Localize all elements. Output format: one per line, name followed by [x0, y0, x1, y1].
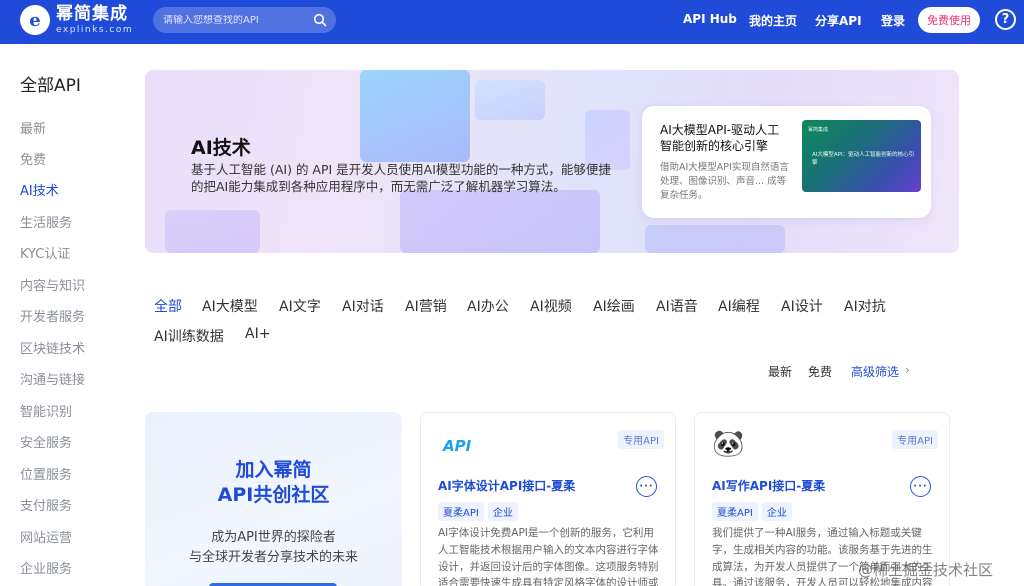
nav-login[interactable]: 登录	[881, 12, 905, 29]
promo-image-logo: 幂简集成	[808, 127, 829, 133]
api-card[interactable]: API 专用API AI字体设计API接口-夏柔 ··· 夏柔API 企业 AI…	[420, 412, 676, 586]
decorative-cube	[585, 110, 630, 170]
more-options-icon[interactable]: ···	[910, 476, 931, 497]
sidebar-item-kyc[interactable]: KYC认证	[20, 243, 70, 262]
sidebar-item-blockchain[interactable]: 区块链技术	[20, 338, 85, 357]
tab-ai-painting[interactable]: AI绘画	[593, 296, 635, 316]
category-banner: AI技术 基于人工智能 (AI) 的 API 是开发人员使用AI模型功能的一种方…	[145, 70, 959, 253]
decorative-cube	[165, 210, 260, 253]
watermark: @稀土掘金技术社区	[858, 561, 994, 579]
provider-type: 企业	[487, 502, 518, 521]
provider-name[interactable]: 夏柔API	[438, 502, 484, 521]
filter-latest[interactable]: 最新	[768, 363, 792, 380]
api-provider: 夏柔API 企业	[438, 502, 518, 521]
promo-image[interactable]: 幂简集成 AI大模型API：驱动人工智能创新的核心引擎	[802, 120, 921, 192]
tab-ai-training-data[interactable]: AI训练数据	[154, 326, 224, 346]
filter-free[interactable]: 免费	[808, 363, 832, 380]
logo-subtitle: explinks.com	[56, 24, 134, 35]
sidebar-item-payment[interactable]: 支付服务	[20, 495, 72, 514]
tab-ai-adversarial[interactable]: AI对抗	[844, 296, 886, 316]
decorative-cube	[645, 225, 785, 253]
search-input[interactable]	[163, 14, 303, 26]
promo-description: 借助AI大模型API实现自然语言处理、图像识别、声音... 成等复杂任务。	[660, 162, 789, 201]
join-title-line2: API共创社区	[217, 484, 330, 506]
sidebar-item-latest[interactable]: 最新	[20, 118, 46, 137]
tab-ai-voice[interactable]: AI语音	[656, 296, 698, 316]
sidebar-item-ai[interactable]: AI技术	[20, 180, 59, 199]
search-box	[153, 7, 336, 33]
logo-mark-icon: e	[20, 5, 50, 35]
sidebar-item-security[interactable]: 安全服务	[20, 432, 72, 451]
banner-title: AI技术	[191, 137, 251, 159]
nav-api-hub[interactable]: API Hub	[683, 12, 737, 26]
top-header: e 幂简集成 explinks.com API Hub 我的主页 分享API 登…	[0, 0, 1024, 44]
sidebar-item-enterprise[interactable]: 企业服务	[20, 558, 72, 577]
sidebar-item-website[interactable]: 网站运营	[20, 527, 72, 546]
api-title[interactable]: AI写作API接口-夏柔	[712, 477, 825, 494]
tab-all[interactable]: 全部	[154, 296, 182, 316]
promo-title[interactable]: AI大模型API-驱动人工智能创新的核心引擎	[660, 122, 790, 154]
join-title-line1: 加入幂简	[235, 459, 312, 481]
free-use-button[interactable]: 免费使用	[918, 7, 980, 33]
sidebar-item-life[interactable]: 生活服务	[20, 212, 72, 231]
logo-title: 幂简集成	[56, 3, 128, 24]
nav-my-home[interactable]: 我的主页	[749, 12, 797, 29]
api-description: AI字体设计免费API是一个创新的服务，它利用人工智能技术根据用户输入的文本内容…	[438, 527, 659, 586]
promo-image-text: AI大模型API：驱动人工智能创新的核心引擎	[812, 152, 915, 166]
sidebar-item-location[interactable]: 位置服务	[20, 464, 72, 483]
sidebar-item-free[interactable]: 免费	[20, 149, 46, 168]
api-logo-icon: API	[443, 437, 472, 455]
tab-ai-marketing[interactable]: AI营销	[405, 296, 447, 316]
join-subtitle-line1: 成为API世界的探险者	[211, 530, 336, 545]
join-community-card[interactable]: 加入幂简 API共创社区 成为API世界的探险者 与全球开发者分享技术的未来	[145, 412, 402, 586]
decorative-cube	[360, 70, 470, 162]
tab-ai-office[interactable]: AI办公	[467, 296, 509, 316]
tab-ai-plus[interactable]: AI+	[245, 326, 270, 342]
tab-ai-video[interactable]: AI视频	[530, 296, 572, 316]
tab-ai-chat[interactable]: AI对话	[342, 296, 384, 316]
tab-ai-design[interactable]: AI设计	[781, 296, 823, 316]
panda-logo-icon: 🐼	[712, 429, 745, 459]
sidebar-item-content[interactable]: 内容与知识	[20, 275, 85, 294]
api-title[interactable]: AI字体设计API接口-夏柔	[438, 477, 575, 494]
join-subtitle-line2: 与全球开发者分享技术的未来	[188, 550, 358, 565]
sidebar-item-recognition[interactable]: 智能识别	[20, 401, 72, 420]
provider-type: 企业	[761, 502, 792, 521]
sidebar-title[interactable]: 全部API	[20, 71, 81, 96]
api-provider: 夏柔API 企业	[712, 502, 792, 521]
tab-ai-text[interactable]: AI文字	[279, 296, 321, 316]
category-sidebar: 全部API 最新 免费 AI技术 生活服务 KYC认证 内容与知识 开发者服务 …	[0, 44, 130, 586]
more-options-icon[interactable]: ···	[636, 476, 657, 497]
decorative-cube	[400, 190, 600, 253]
banner-description: 基于人工智能 (AI) 的 API 是开发人员使用AI模型功能的一种方式，能够便…	[191, 162, 611, 194]
search-icon[interactable]	[313, 13, 327, 27]
nav-share-api[interactable]: 分享API	[815, 12, 862, 29]
sidebar-item-communication[interactable]: 沟通与链接	[20, 369, 85, 388]
sidebar-item-developer[interactable]: 开发者服务	[20, 306, 85, 325]
tab-ai-coding[interactable]: AI编程	[718, 296, 760, 316]
help-icon[interactable]: ?	[995, 9, 1016, 30]
decorative-cube	[475, 80, 545, 120]
filter-advanced[interactable]: 高级筛选	[851, 363, 899, 380]
tab-ai-model[interactable]: AI大模型	[202, 296, 258, 316]
logo[interactable]: e 幂简集成 explinks.com	[20, 5, 133, 35]
api-type-tag: 专用API	[618, 430, 664, 449]
promo-card[interactable]: AI大模型API-驱动人工智能创新的核心引擎 借助AI大模型API实现自然语言处…	[642, 106, 931, 218]
provider-name[interactable]: 夏柔API	[712, 502, 758, 521]
chevron-right-icon[interactable]: ›	[905, 363, 910, 377]
api-type-tag: 专用API	[892, 430, 938, 449]
logo-text: 幂简集成 explinks.com	[56, 3, 134, 35]
